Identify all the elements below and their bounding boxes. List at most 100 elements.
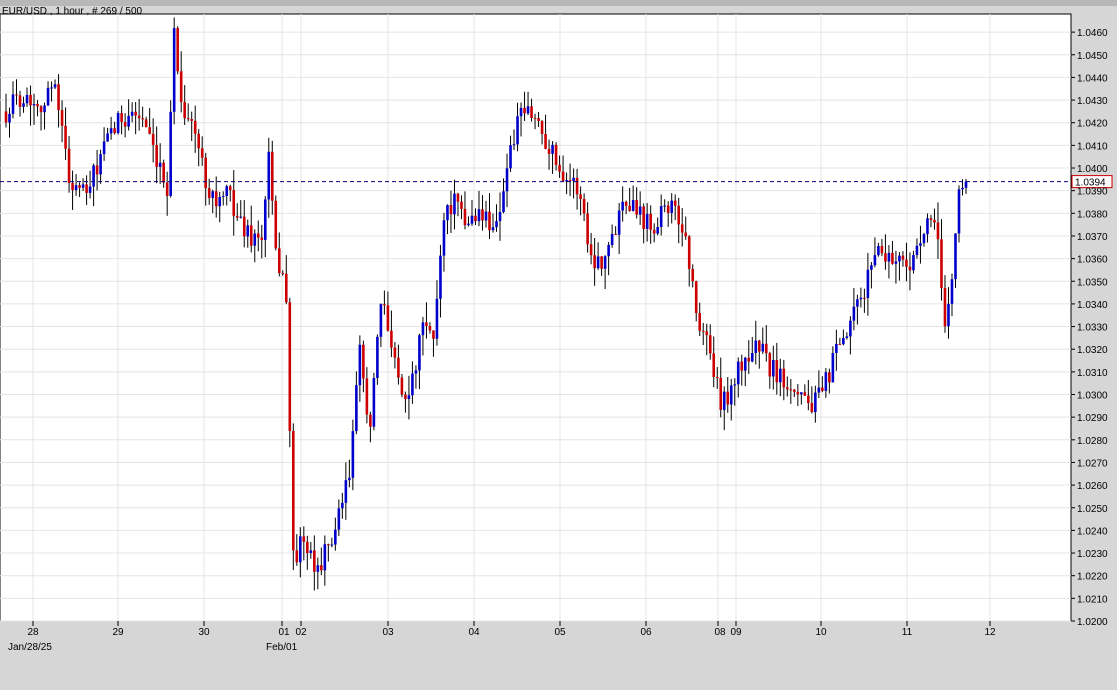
candle-body xyxy=(313,550,316,572)
candle-body xyxy=(404,394,407,400)
candle-body xyxy=(85,184,88,193)
candle-body xyxy=(670,200,673,213)
candle-body xyxy=(919,243,922,246)
candle-body xyxy=(859,297,863,300)
candle-body xyxy=(498,212,502,222)
candle-body xyxy=(397,357,400,378)
candle-body xyxy=(803,392,807,396)
candle-body xyxy=(659,206,663,227)
candle-body xyxy=(957,189,961,234)
candle-body xyxy=(460,201,463,209)
candle-body xyxy=(779,368,782,383)
candle-body xyxy=(579,194,582,199)
candle-body xyxy=(488,211,491,231)
candle-body xyxy=(768,353,772,377)
candle-body xyxy=(344,480,348,503)
candle-body xyxy=(502,191,505,213)
candle-body xyxy=(390,330,393,348)
candle-body xyxy=(334,529,337,545)
candle-body xyxy=(67,148,71,184)
candle-body xyxy=(516,116,519,145)
candle-body xyxy=(134,111,137,116)
candle-body xyxy=(186,118,190,120)
candle-body xyxy=(807,395,810,404)
candle-body xyxy=(866,269,870,298)
x-tick-label: 08 xyxy=(714,627,726,638)
candle-body xyxy=(775,360,779,383)
candle-body xyxy=(540,121,544,134)
y-tick-label: 1.0390 xyxy=(1077,187,1108,198)
candle-body xyxy=(477,209,481,222)
candle-body xyxy=(235,215,239,218)
candle-body xyxy=(796,391,800,395)
candle-body xyxy=(446,205,449,221)
candle-body xyxy=(351,431,355,478)
candle-body xyxy=(929,218,933,220)
candle-body xyxy=(200,148,204,158)
candle-body xyxy=(947,303,950,327)
y-tick-label: 1.0310 xyxy=(1077,368,1108,379)
y-tick-label: 1.0410 xyxy=(1077,141,1108,152)
candle-body xyxy=(673,200,677,206)
candle-body xyxy=(18,95,22,107)
x-tick-label: 02 xyxy=(295,627,307,638)
candle-body xyxy=(754,340,758,354)
candle-body xyxy=(36,104,39,107)
candle-body xyxy=(638,206,642,215)
candle-body xyxy=(43,105,46,113)
candle-body xyxy=(558,164,561,172)
candle-body xyxy=(320,565,323,571)
candle-body xyxy=(757,340,761,352)
y-tick-label: 1.0270 xyxy=(1077,458,1108,469)
chart-window: 1.0394 1.0460 1.0450 1.0440 1.0430 1.0420 1.0… xyxy=(0,0,1117,685)
candle-body xyxy=(341,502,344,509)
candle-body xyxy=(901,255,905,260)
candle-body xyxy=(733,384,737,386)
x-tick-label: 03 xyxy=(382,627,394,638)
candle-body xyxy=(687,236,691,269)
candle-body xyxy=(232,190,236,216)
candle-body xyxy=(940,239,943,289)
candle-body xyxy=(828,372,831,383)
candle-body xyxy=(736,361,740,385)
price-chart[interactable]: 1.0394 1.04601.04501.04401.04301.04201.0… xyxy=(0,0,1117,685)
candle-body xyxy=(221,195,225,197)
candle-body xyxy=(25,94,29,104)
candle-body xyxy=(856,299,859,307)
candle-body xyxy=(954,233,957,280)
candle-body xyxy=(29,94,32,106)
candle-body xyxy=(743,357,747,371)
candle-body xyxy=(249,225,253,246)
candle-body xyxy=(607,244,610,257)
candle-body xyxy=(109,128,113,134)
y-tick-label: 1.0290 xyxy=(1077,413,1108,424)
candle-body xyxy=(439,255,442,299)
candle-body xyxy=(46,87,50,106)
candle-body xyxy=(253,233,257,246)
candle-body xyxy=(456,193,460,202)
candle-body xyxy=(677,205,681,225)
candle-body xyxy=(719,377,723,410)
candle-body xyxy=(288,302,292,431)
candle-body xyxy=(432,330,435,339)
candle-body xyxy=(274,200,278,249)
candle-body xyxy=(176,28,179,72)
candle-body xyxy=(649,213,652,230)
candle-body xyxy=(127,115,130,127)
candle-body xyxy=(32,104,36,106)
candle-body xyxy=(327,544,330,546)
x-tick-label: 06 xyxy=(640,627,652,638)
candle-body xyxy=(71,183,74,191)
candle-body xyxy=(141,118,144,120)
candle-body xyxy=(337,508,341,530)
candle-body xyxy=(358,344,362,386)
candle-body xyxy=(88,186,92,193)
candle-body xyxy=(544,133,547,149)
y-tick-label: 1.0230 xyxy=(1077,549,1108,560)
x-tick-label: 05 xyxy=(554,627,566,638)
candle-body xyxy=(621,201,624,211)
candle-body xyxy=(852,306,856,321)
candle-body xyxy=(130,111,134,116)
candle-body xyxy=(355,385,358,432)
candle-body xyxy=(95,165,99,175)
